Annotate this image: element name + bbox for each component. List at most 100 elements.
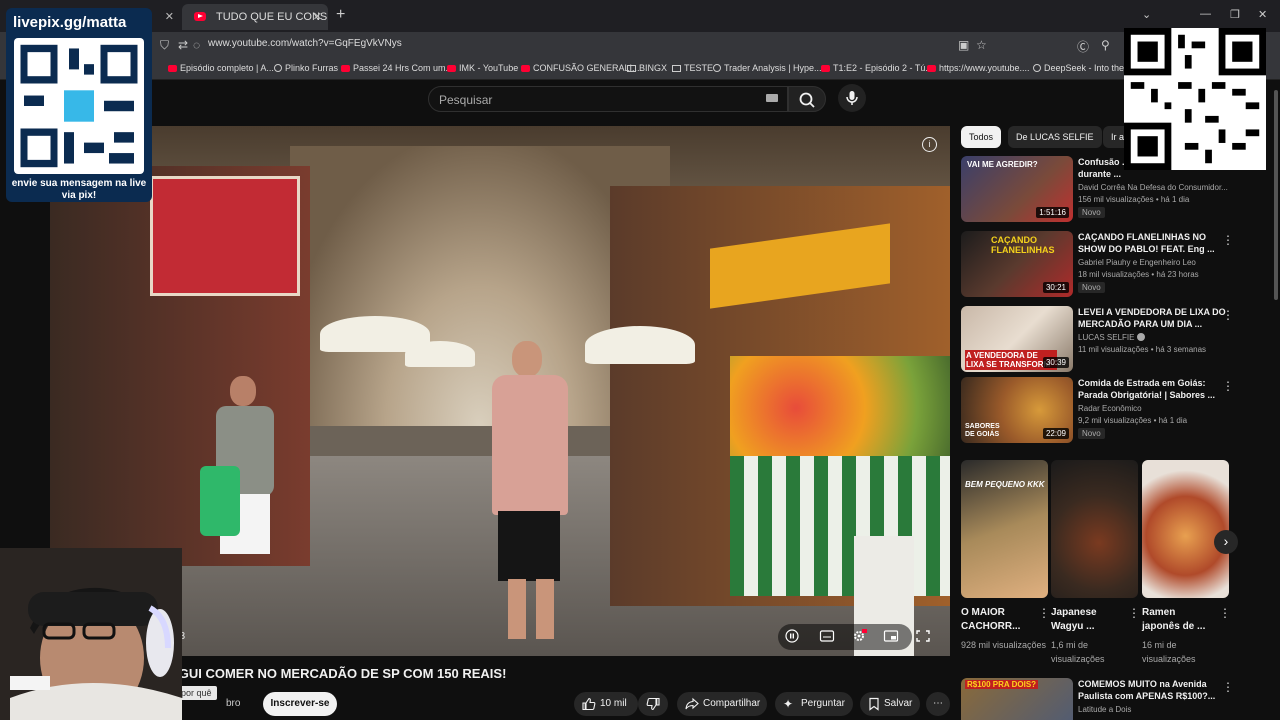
url-field[interactable]: www.youtube.com/watch?v=GqFEgVkVNys (208, 38, 402, 49)
fullscreen-icon[interactable] (915, 629, 931, 643)
more-vertical-icon[interactable]: ⋮ (1038, 606, 1050, 620)
more-vertical-icon[interactable]: ⋮ (1222, 680, 1234, 694)
video-thumbnail[interactable]: SABORES DE GOIÁS 22:09 (961, 377, 1073, 443)
ask-button[interactable]: ✦ Perguntar (775, 692, 853, 716)
thumbnail-text: CAÇANDO FLANELINHAS (991, 235, 1055, 255)
bookmark-item[interactable]: Episódio completo | A... (168, 63, 274, 73)
scrollbar-thumb[interactable] (1274, 90, 1278, 300)
video-thumbnail[interactable]: VAI ME AGREDIR? 1:51:16 (961, 156, 1073, 222)
recommendation-channel[interactable]: Latitude a Dois (1078, 705, 1131, 714)
short-views: 928 mil visualizações (961, 640, 1047, 650)
more-vertical-icon[interactable]: ⋮ (1128, 606, 1140, 620)
minimize-icon[interactable]: — (1200, 8, 1211, 20)
bookmark-star-icon[interactable]: ☆ (976, 38, 987, 52)
qr-code-icon (14, 38, 144, 174)
livepix-overlay: livepix.gg/matta envie sua mensagem na l… (6, 8, 152, 202)
chevron-right-icon[interactable]: › (1214, 530, 1238, 554)
page-info-icon[interactable]: ◌ (193, 38, 200, 52)
close-tab-icon[interactable]: ✕ (165, 4, 174, 30)
webcam-overlay (0, 548, 182, 720)
video-player[interactable] (50, 126, 950, 656)
bookmark-item[interactable]: https://www.youtube.... (927, 63, 1030, 73)
youtube-icon (447, 65, 456, 72)
more-vertical-icon[interactable]: ⋮ (1222, 308, 1234, 322)
bookmark-item[interactable]: BINGX (627, 63, 667, 73)
recommendation-channel[interactable]: Radar Econômico (1078, 404, 1142, 413)
keyboard-icon[interactable] (766, 94, 778, 102)
recommendation-item[interactable]: SABORES DE GOIÁS 22:09 Comida de Estrada… (961, 377, 1261, 443)
recommendation-title[interactable]: LEVEI A VENDEDORA DE LIXA DO MERCADÃO PA… (1078, 306, 1228, 330)
save-button[interactable]: Salvar (860, 692, 920, 716)
recommendation-item[interactable]: CAÇANDO FLANELINHAS 30:21 CAÇANDO FLANEL… (961, 231, 1261, 297)
new-tab-icon[interactable]: + (336, 6, 345, 24)
short-item[interactable]: BEM PEQUENO KKK O MAIOR CACHORR... 928 m… (961, 460, 1050, 650)
tune-icon[interactable]: ⇄ (178, 38, 188, 52)
subscribe-button[interactable]: Inscrever-se (263, 692, 337, 716)
short-title[interactable]: Japanese Wagyu ... (1051, 606, 1123, 634)
search-input[interactable]: Pesquisar (428, 86, 788, 112)
sparkle-icon: ✦ (783, 697, 794, 711)
bookmark-item[interactable]: TESTE (672, 63, 713, 73)
extensions-icon[interactable]: ⚲ (1101, 38, 1110, 52)
search-button[interactable] (788, 86, 826, 112)
youtube-icon (341, 65, 350, 72)
more-vertical-icon[interactable]: ⋮ (1222, 379, 1234, 393)
bookmark-item[interactable]: Trader Analysis | Hype... (713, 63, 822, 73)
short-title[interactable]: Ramen japonês de ... (1142, 606, 1214, 634)
more-vertical-icon[interactable]: ⋮ (1222, 233, 1234, 247)
video-thumbnail[interactable]: A VENDEDORA DE LIXA SE TRANSFORM 30:39 (961, 306, 1073, 372)
share-button[interactable]: Compartilhar (677, 692, 767, 716)
close-tab-icon[interactable]: ✕ (313, 4, 322, 30)
tab-list-chevron-icon[interactable]: ⌄ (1142, 8, 1151, 21)
video-frame-bag (200, 466, 240, 536)
recommendation-title[interactable]: CAÇANDO FLANELINHAS NO SHOW DO PABLO! FE… (1078, 231, 1228, 255)
short-title[interactable]: O MAIOR CACHORR... (961, 606, 1033, 634)
chip-from-channel[interactable]: De LUCAS SELFIE (1008, 126, 1102, 148)
youtube-icon (521, 65, 530, 72)
install-icon[interactable]: ▣ (958, 38, 969, 52)
like-button[interactable]: 10 mil (574, 692, 638, 716)
short-thumbnail[interactable]: BEM PEQUENO KKK (961, 460, 1048, 598)
recommendation-meta: 18 mil visualizações • há 23 horas (1078, 270, 1199, 279)
settings-gear-icon[interactable] (851, 629, 867, 643)
dislike-button[interactable] (638, 692, 668, 716)
recommendation-channel[interactable]: LUCAS SELFIE (1078, 333, 1145, 342)
short-item[interactable]: Ramen japonês de ... 16 mi de visualizaç… (1142, 460, 1231, 664)
youtube-icon (168, 65, 177, 72)
recommendation-item[interactable]: R$100 PRA DOIS? COMEMOS MUITO na Avenida… (961, 678, 1261, 720)
shield-icon[interactable]: ⛉ (160, 38, 169, 53)
browser-tab-active[interactable]: TUDO QUE EU CONSEGUI C ✕ (182, 4, 328, 30)
recommendation-title[interactable]: COMEMOS MUITO na Avenida Paulista com AP… (1078, 678, 1228, 702)
bookmark-item[interactable]: IMK - YouTube (447, 63, 518, 73)
save-label: Salvar (884, 698, 913, 709)
bookmark-item[interactable]: Plinko Furras (274, 63, 338, 73)
close-window-icon[interactable]: ✕ (1258, 8, 1267, 21)
bookmark-item[interactable]: CONFUSÃO GENERALI... (521, 63, 640, 73)
short-thumbnail[interactable] (1051, 460, 1138, 598)
recommendation-item[interactable]: A VENDEDORA DE LIXA SE TRANSFORM 30:39 L… (961, 306, 1261, 372)
recommendation-title[interactable]: Comida de Estrada em Goiás: Parada Obrig… (1078, 377, 1228, 401)
recommendation-meta: 9,2 mil visualizações • há 1 dia (1078, 416, 1188, 425)
more-actions-button[interactable]: ⋯ (926, 692, 950, 716)
more-vertical-icon[interactable]: ⋮ (1219, 606, 1231, 620)
channel-name[interactable]: bro (226, 698, 240, 709)
bookmark-icon (869, 697, 879, 711)
short-thumbnail[interactable] (1142, 460, 1229, 598)
scrollbar[interactable] (1272, 80, 1280, 720)
miniplayer-icon[interactable] (883, 629, 899, 643)
info-icon[interactable]: i (922, 137, 937, 152)
bookmark-item[interactable]: Passei 24 Hrs Com um... (341, 63, 453, 73)
pause-icon[interactable] (784, 629, 800, 643)
short-item[interactable]: Japanese Wagyu ... 1,6 mi de visualizaçõ… (1051, 460, 1140, 664)
bookmark-item[interactable]: T1:E2 - Episódio 2 - Tú... (821, 63, 933, 73)
extension-c-icon[interactable]: Ⓒ (1077, 38, 1089, 55)
maximize-icon[interactable]: ❐ (1230, 8, 1240, 21)
recommendation-channel[interactable]: David Corrêa Na Defesa do Consumidor... (1078, 183, 1228, 192)
video-thumbnail[interactable]: R$100 PRA DOIS? (961, 678, 1073, 720)
voice-search-button[interactable] (838, 84, 866, 112)
chip-all[interactable]: Todos (961, 126, 1002, 148)
subtitles-icon[interactable] (819, 629, 835, 643)
video-title: NSEGUI COMER NO MERCADÃO DE SP COM 150 R… (152, 666, 507, 681)
video-thumbnail[interactable]: CAÇANDO FLANELINHAS 30:21 (961, 231, 1073, 297)
recommendation-channel[interactable]: Gabriel Piauhy e Engenheiro Leo (1078, 258, 1196, 267)
